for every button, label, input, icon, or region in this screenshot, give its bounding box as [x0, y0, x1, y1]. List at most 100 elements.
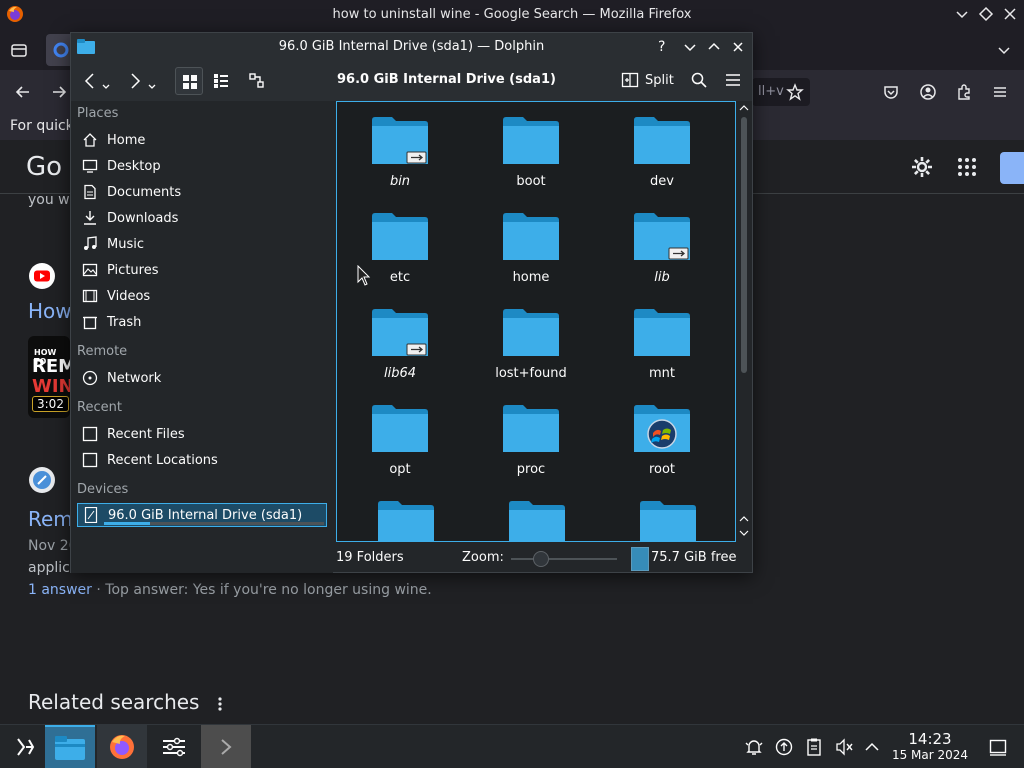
help-icon[interactable]: ? [658, 39, 665, 55]
folder-item[interactable]: lib [602, 212, 722, 306]
folder-icon [634, 213, 690, 260]
places-item-network[interactable]: Network [77, 366, 327, 390]
dolphin-maximize-icon[interactable] [706, 39, 722, 55]
account-icon[interactable] [919, 83, 937, 101]
hamburger-menu-icon[interactable] [724, 71, 742, 89]
folder-icon [634, 405, 690, 452]
forward-icon[interactable] [50, 83, 68, 101]
updates-icon[interactable] [774, 737, 794, 757]
firefox-titlebar: how to uninstall wine - Google Search — … [0, 0, 1024, 30]
places-item-downloads[interactable]: Downloads [77, 206, 327, 230]
location-title: 96.0 GiB Internal Drive (sda1) [337, 72, 556, 87]
places-panel: Places Home Desktop Documents Downloads … [71, 101, 333, 573]
forward-arrow-icon[interactable] [127, 71, 157, 93]
folder-name: root [648, 462, 676, 477]
places-item-internal-drive[interactable]: 96.0 GiB Internal Drive (sda1) [77, 503, 327, 527]
folder-item[interactable]: etc [340, 212, 460, 306]
taskbar-konsole[interactable] [201, 725, 251, 768]
folder-item[interactable]: boot [471, 116, 591, 210]
taskbar-firefox[interactable] [97, 725, 147, 768]
address-bar[interactable]: ll+v [752, 78, 810, 106]
file-view[interactable]: bin boot dev etc home lib lib64 lost+found mnt op… [336, 101, 736, 542]
icons-view-button[interactable] [175, 67, 203, 95]
folder-icon[interactable] [471, 500, 602, 541]
back-arrow-icon[interactable] [81, 71, 111, 93]
folder-icon[interactable] [340, 500, 471, 541]
maximize-icon[interactable] [978, 6, 994, 22]
back-icon[interactable] [14, 83, 32, 101]
taskbar-dolphin[interactable] [45, 725, 95, 768]
folder-icon [634, 309, 690, 356]
bookmarks-hint: For quick [10, 118, 74, 134]
folder-item[interactable]: dev [602, 116, 722, 210]
clipboard-icon[interactable] [804, 737, 824, 757]
details-view-icon[interactable] [249, 73, 265, 89]
mouse-cursor-icon [357, 265, 371, 287]
places-item-recent-files[interactable]: Recent Files [77, 422, 327, 446]
dolphin-close-icon[interactable] [730, 39, 746, 55]
folder-item[interactable]: proc [471, 404, 591, 498]
free-space-bar[interactable] [631, 547, 649, 571]
tab-overview-icon[interactable] [10, 41, 28, 59]
file-view-scrollbar[interactable] [738, 103, 750, 541]
dolphin-minimize-icon[interactable] [682, 39, 698, 55]
extensions-icon[interactable] [955, 83, 973, 101]
more-options-icon[interactable] [212, 694, 228, 714]
list-tabs-icon[interactable] [996, 42, 1012, 58]
app-launcher-button[interactable] [0, 725, 50, 768]
clock[interactable]: 14:23 15 Mar 2024 [888, 730, 972, 762]
folder-item[interactable]: root [602, 404, 722, 498]
folder-icon [634, 117, 690, 164]
answer-link[interactable]: 1 answer [28, 582, 92, 598]
places-item-documents[interactable]: Documents [77, 180, 327, 204]
google-apps-icon[interactable] [957, 157, 977, 177]
places-item-home[interactable]: Home [77, 128, 327, 152]
folder-name: home [512, 270, 550, 285]
bookmark-star-icon[interactable] [786, 83, 804, 101]
app-menu-icon[interactable] [991, 83, 1009, 101]
places-item-music[interactable]: Music [77, 232, 327, 256]
folder-item[interactable]: opt [340, 404, 460, 498]
zoom-slider[interactable] [511, 551, 617, 567]
pocket-icon[interactable] [882, 83, 900, 101]
show-desktop-icon[interactable] [988, 737, 1008, 757]
devices-header: Devices [77, 482, 129, 497]
drive-usage-fill [104, 522, 151, 525]
system-tray-expand-icon[interactable] [862, 737, 882, 757]
sign-in-button[interactable] [1000, 152, 1024, 184]
settings-gear-icon[interactable] [910, 155, 934, 179]
search-icon[interactable] [690, 71, 708, 89]
minimize-icon[interactable] [954, 6, 970, 22]
related-searches-heading: Related searches [28, 690, 200, 714]
places-item-trash[interactable]: Trash [77, 310, 327, 334]
compact-view-icon[interactable] [213, 73, 229, 89]
folder-item[interactable]: bin [340, 116, 460, 210]
volume-muted-icon[interactable] [834, 737, 854, 757]
folder-icon[interactable] [602, 500, 733, 541]
network-icon [81, 370, 99, 386]
folder-icon [503, 405, 559, 452]
folder-icon [503, 309, 559, 356]
places-item-desktop[interactable]: Desktop [77, 154, 327, 178]
notifications-icon[interactable] [744, 737, 764, 757]
folder-item[interactable]: mnt [602, 308, 722, 402]
places-item-pictures[interactable]: Pictures [77, 258, 327, 282]
folder-item[interactable]: lost+found [471, 308, 591, 402]
places-item-recent-locations[interactable]: Recent Locations [77, 448, 327, 472]
places-item-videos[interactable]: Videos [77, 284, 327, 308]
folder-grid: bin boot dev etc home lib lib64 lost+found mnt op… [340, 116, 733, 500]
zoom-label: Zoom: [462, 550, 504, 565]
result-link-1[interactable]: How [28, 299, 72, 323]
split-button[interactable]: Split [621, 71, 674, 89]
folder-item[interactable]: lib64 [340, 308, 460, 402]
close-icon[interactable] [1002, 6, 1018, 22]
result-link-2[interactable]: Rem [28, 507, 73, 531]
folder-icon [372, 213, 428, 260]
download-icon [81, 210, 99, 226]
taskbar-settings[interactable] [149, 725, 199, 768]
zoom-slider-handle[interactable] [533, 551, 549, 567]
folder-name: opt [389, 462, 411, 477]
folder-item[interactable]: home [471, 212, 591, 306]
video-thumbnail[interactable]: HOW TO REM WIN 3:02 [28, 336, 70, 418]
folder-name: etc [389, 270, 411, 285]
